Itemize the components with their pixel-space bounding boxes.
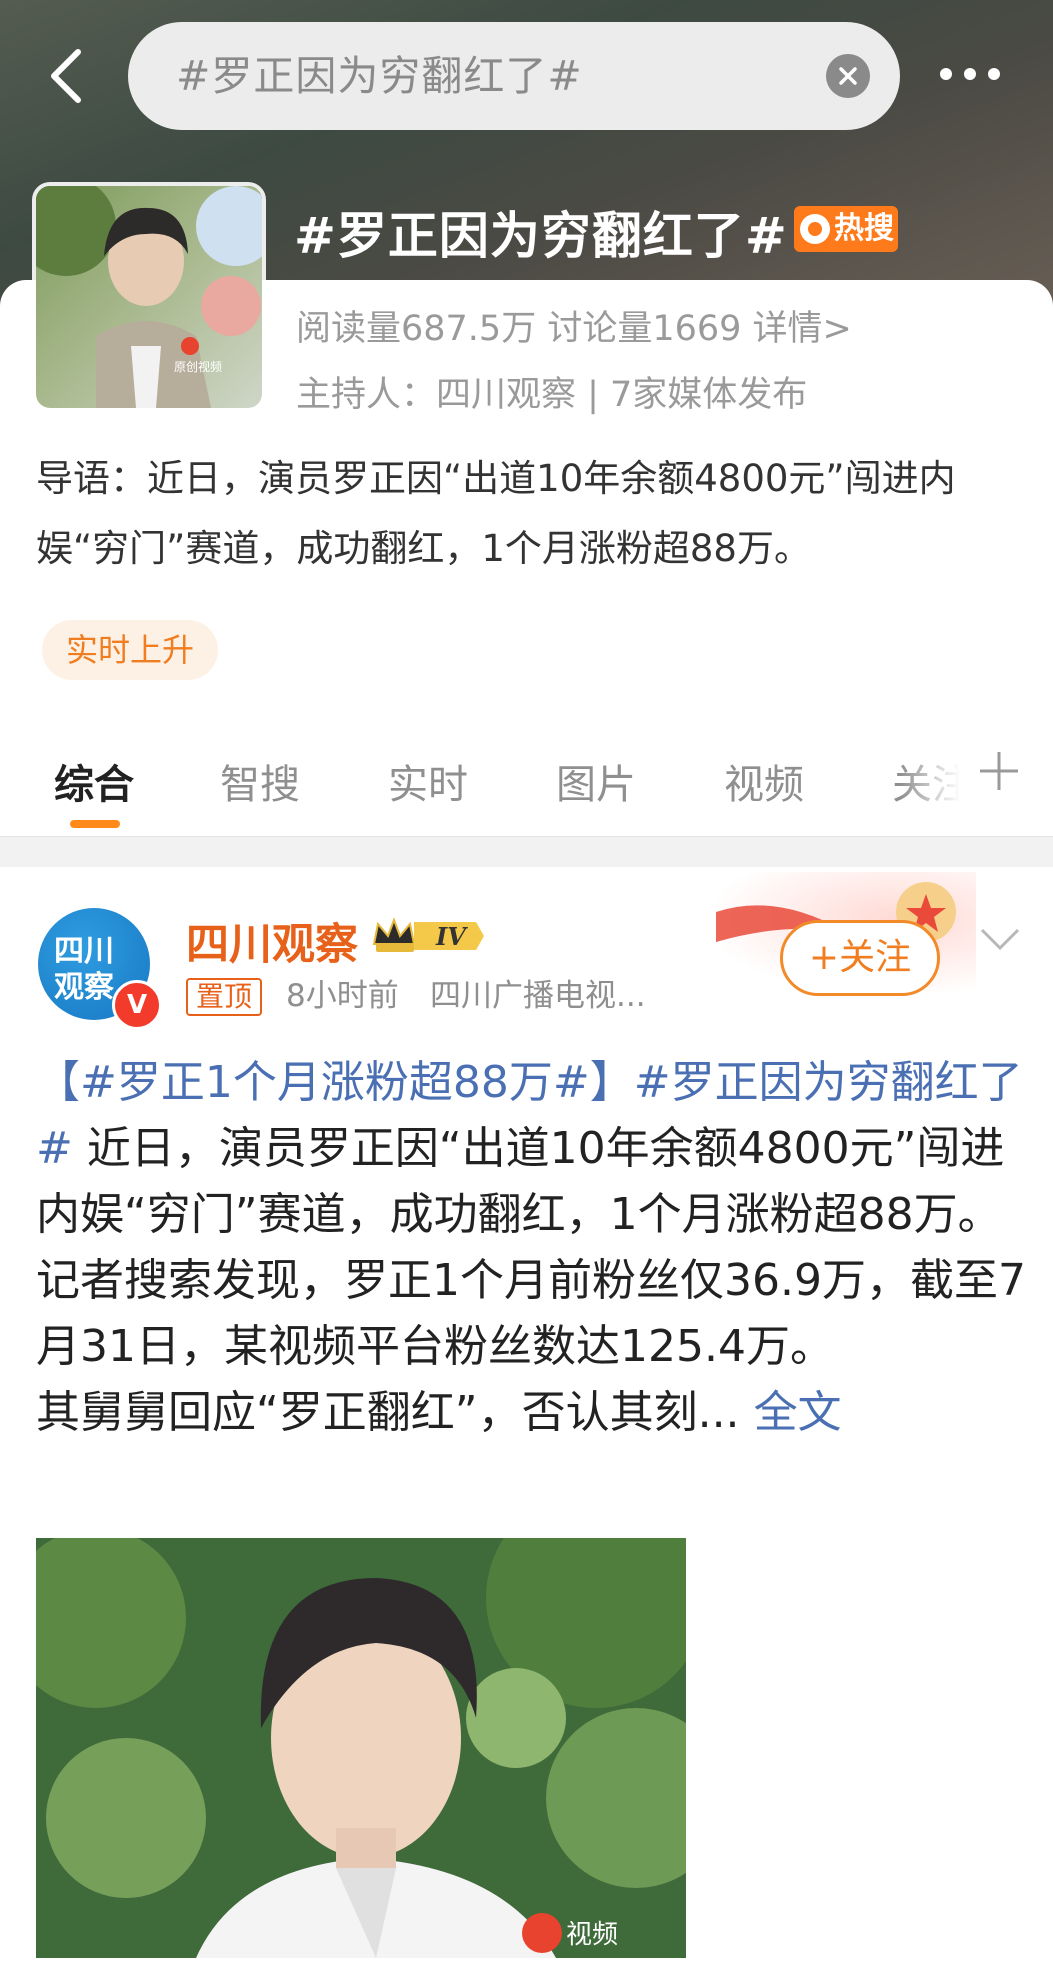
- tab-bar: 综合 智搜 实时 图片 视频 关注: [0, 740, 1053, 830]
- tab-videos[interactable]: 视频: [724, 752, 804, 810]
- clear-search-icon[interactable]: [826, 54, 870, 98]
- thumb-caption: 原创视频: [174, 359, 222, 374]
- author-name[interactable]: 四川观察: [186, 910, 358, 972]
- active-tab-indicator: [70, 820, 120, 828]
- post-text-continued: 其舅舅回应“罗正翻红”，否认其刻...: [36, 1387, 740, 1438]
- post-text: 近日，演员罗正因“出道10年余额4800元”闯进内娱“穷门”赛道，成功翻红，1个…: [36, 1123, 1026, 1372]
- section-divider: [0, 836, 1053, 867]
- more-options-icon[interactable]: [940, 54, 1040, 94]
- level-text: IV: [435, 922, 468, 951]
- tab-smart-search[interactable]: 智搜: [220, 752, 300, 810]
- hot-search-badge: 热搜: [794, 206, 898, 252]
- member-level-badge: IV: [370, 914, 486, 958]
- post-image-content: 视频: [36, 1538, 686, 1958]
- topic-thumbnail-image: 原创视频: [36, 186, 262, 408]
- tab-comprehensive[interactable]: 综合: [54, 752, 134, 810]
- topic-thumbnail[interactable]: 原创视频: [32, 182, 266, 412]
- topic-title: #罗正因为穷翻红了#: [294, 207, 788, 265]
- hashtag-link[interactable]: 【#罗正1个月涨粉超88万#】: [36, 1057, 634, 1108]
- avatar-text-line2: 观察: [54, 970, 114, 1005]
- tab-realtime[interactable]: 实时: [388, 752, 468, 810]
- post-image[interactable]: 视频: [36, 1538, 686, 1958]
- crown-icon: [372, 917, 416, 945]
- topic-intro: 导语：近日，演员罗正因“出道10年余额4800元”闯进内娱“穷门”赛道，成功翻红…: [36, 457, 956, 570]
- back-button[interactable]: [46, 48, 86, 104]
- back-arrow-icon: [51, 49, 81, 103]
- topic-stats[interactable]: 阅读量687.5万 讨论量1669 详情>: [296, 300, 852, 351]
- hot-search-label: 热搜: [834, 211, 894, 246]
- add-tab-icon[interactable]: [974, 746, 1024, 796]
- post-source: 四川广播电视...: [430, 978, 646, 1014]
- chevron-down-icon[interactable]: [978, 924, 1022, 954]
- pinned-badge: 置顶: [186, 978, 263, 1016]
- hot-search-icon: [800, 214, 830, 244]
- search-input-text[interactable]: #罗正因为穷翻红了#: [176, 22, 583, 130]
- post-time: 8小时前: [286, 978, 399, 1014]
- post-body: 【#罗正1个月涨粉超88万#】#罗正因为穷翻红了# 近日，演员罗正因“出道10年…: [36, 1050, 1026, 1446]
- follow-button[interactable]: +关注: [780, 920, 940, 996]
- topic-host[interactable]: 主持人：四川观察 | 7家媒体发布: [296, 366, 807, 417]
- full-text-link[interactable]: 全文: [754, 1387, 842, 1438]
- tab-images[interactable]: 图片: [556, 752, 636, 810]
- rising-badge: 实时上升: [42, 620, 219, 680]
- image-watermark: 视频: [566, 1920, 618, 1950]
- search-bar[interactable]: #罗正因为穷翻红了#: [128, 22, 900, 130]
- verified-icon: V: [112, 980, 162, 1030]
